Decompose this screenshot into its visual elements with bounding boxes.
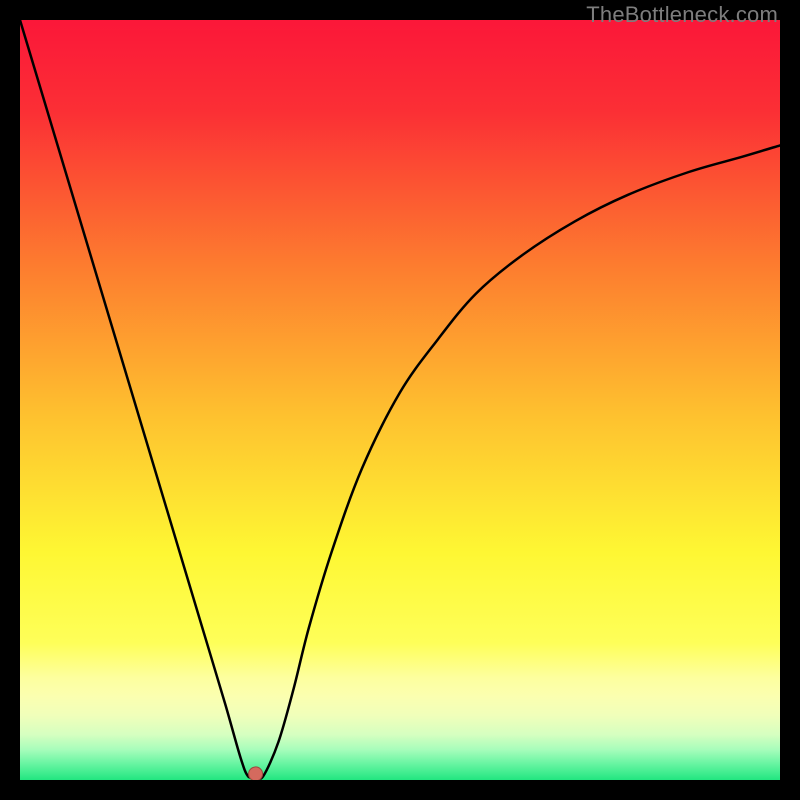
optimal-point-marker	[249, 767, 263, 780]
chart-frame	[20, 20, 780, 780]
chart-canvas	[20, 20, 780, 780]
watermark-text: TheBottleneck.com	[586, 2, 778, 28]
